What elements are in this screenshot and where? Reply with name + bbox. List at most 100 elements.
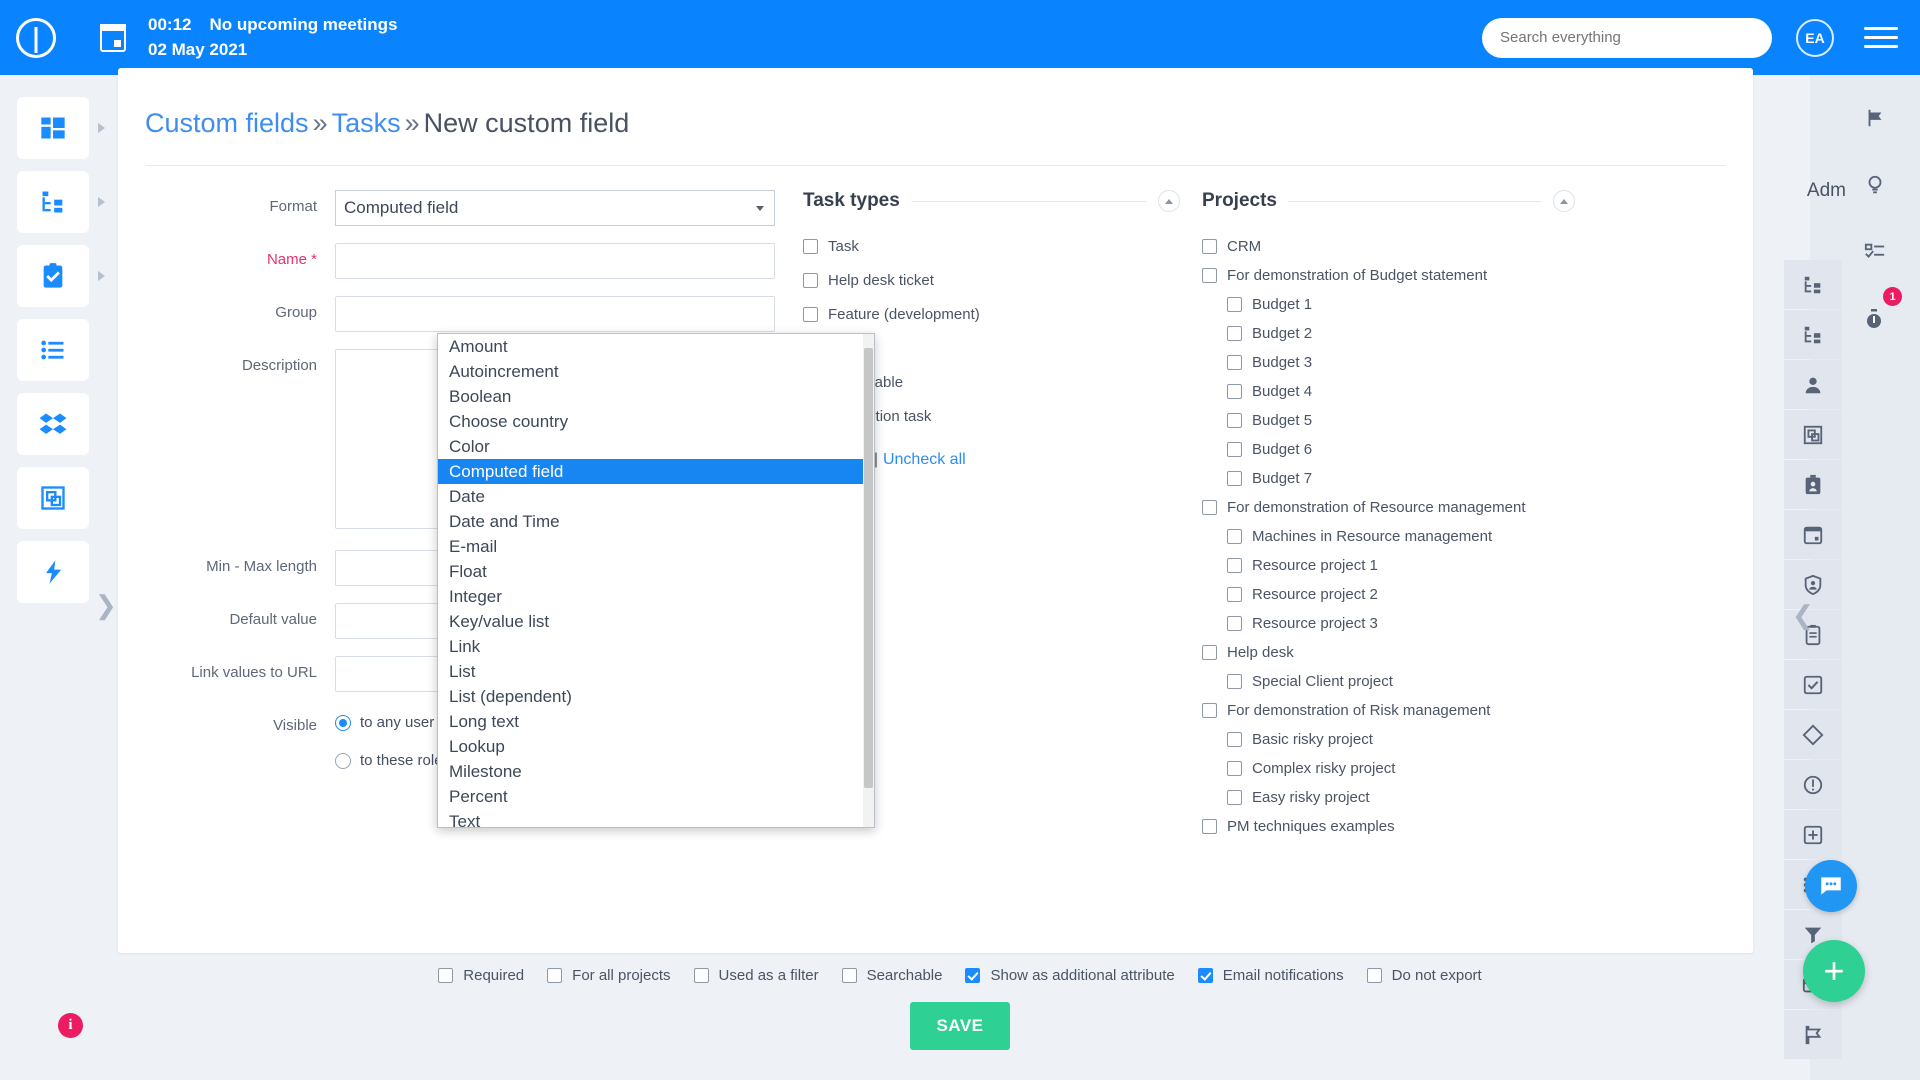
- checklist-icon[interactable]: [1846, 227, 1904, 276]
- checkbox-icon[interactable]: [1227, 413, 1242, 428]
- dropdown-option[interactable]: Milestone: [438, 759, 874, 784]
- sidebar-item-lists[interactable]: [16, 319, 89, 381]
- dropdown-option[interactable]: Boolean: [438, 384, 874, 409]
- checkbox-row[interactable]: Budget 6: [1202, 441, 1575, 458]
- lightbulb-icon[interactable]: [1846, 160, 1904, 209]
- checkbox-icon[interactable]: [1227, 674, 1242, 689]
- checkbox-row[interactable]: Easy risky project: [1202, 789, 1575, 806]
- info-badge[interactable]: i: [58, 1013, 83, 1038]
- resources-frame-icon[interactable]: [1784, 410, 1842, 459]
- checkbox-icon[interactable]: [1202, 645, 1217, 660]
- checkbox-icon[interactable]: [547, 968, 563, 983]
- task-check-icon[interactable]: [1784, 660, 1842, 709]
- checkbox-icon-checked[interactable]: [1197, 968, 1213, 983]
- checkbox-icon[interactable]: [1202, 268, 1217, 283]
- checkbox-row[interactable]: Machines in Resource management: [1202, 528, 1575, 545]
- checkbox-icon[interactable]: [803, 239, 818, 254]
- dropdown-option[interactable]: Color: [438, 434, 874, 459]
- breadcrumb-link-custom-fields[interactable]: Custom fields: [145, 108, 309, 138]
- checkbox-row[interactable]: Used as a filter: [693, 967, 819, 984]
- checkbox-row[interactable]: Resource project 1: [1202, 557, 1575, 574]
- dropdown-option[interactable]: Choose country: [438, 409, 874, 434]
- checkbox-row[interactable]: Budget 3: [1202, 354, 1575, 371]
- checkbox-row[interactable]: Budget 5: [1202, 412, 1575, 429]
- collapse-right-sidebar-chevron-left-icon[interactable]: ❮: [1792, 600, 1814, 631]
- dropdown-option[interactable]: Link: [438, 634, 874, 659]
- task-types-collapse-button[interactable]: [1158, 190, 1180, 212]
- id-badge-icon[interactable]: [1784, 460, 1842, 509]
- checkbox-row[interactable]: For demonstration of Budget statement: [1202, 267, 1575, 284]
- checkbox-icon[interactable]: [803, 307, 818, 322]
- checkbox-row[interactable]: Feature (development): [803, 306, 1180, 323]
- checkbox-row[interactable]: Budget 2: [1202, 325, 1575, 342]
- checkbox-icon[interactable]: [1227, 326, 1242, 341]
- checkbox-row[interactable]: Special Client project: [1202, 673, 1575, 690]
- checkbox-icon[interactable]: [1227, 384, 1242, 399]
- chat-bubble-icon[interactable]: [1805, 860, 1857, 912]
- project-tree-icon[interactable]: [1784, 310, 1842, 359]
- checkbox-icon[interactable]: [1227, 790, 1242, 805]
- format-select[interactable]: Computed field: [335, 190, 775, 226]
- dropdown-option[interactable]: Percent: [438, 784, 874, 809]
- checkbox-row[interactable]: Complex risky project: [1202, 760, 1575, 777]
- sidebar-item-resources[interactable]: [16, 467, 89, 529]
- sidebar-item-projects[interactable]: [16, 171, 105, 233]
- dropdown-option[interactable]: Long text: [438, 709, 874, 734]
- dropdown-option[interactable]: Date: [438, 484, 874, 509]
- checkbox-row[interactable]: For all projects: [547, 967, 671, 984]
- plus-box-icon[interactable]: [1784, 810, 1842, 859]
- dropdown-option[interactable]: Integer: [438, 584, 874, 609]
- checkbox-row[interactable]: Budget 4: [1202, 383, 1575, 400]
- dropdown-option[interactable]: Float: [438, 559, 874, 584]
- checkbox-row[interactable]: Show as additional attribute: [965, 967, 1175, 984]
- app-logo[interactable]: [0, 17, 72, 58]
- checkbox-icon[interactable]: [803, 273, 818, 288]
- avatar[interactable]: EA: [1796, 18, 1834, 57]
- dropdown-option[interactable]: Text: [438, 809, 874, 827]
- checkbox-icon[interactable]: [841, 968, 857, 983]
- person-icon[interactable]: [1784, 360, 1842, 409]
- checkbox-icon[interactable]: [1202, 703, 1217, 718]
- name-input[interactable]: [335, 243, 775, 279]
- dropdown-option[interactable]: List (dependent): [438, 684, 874, 709]
- add-button[interactable]: +: [1803, 940, 1865, 1002]
- checkbox-row[interactable]: CRM: [1202, 238, 1575, 255]
- checkbox-row[interactable]: For demonstration of Risk management: [1202, 702, 1575, 719]
- flag-outline-icon[interactable]: [1784, 1010, 1842, 1059]
- checkbox-icon[interactable]: [1227, 355, 1242, 370]
- search-input[interactable]: [1482, 17, 1772, 58]
- flag-icon[interactable]: [1846, 93, 1904, 142]
- sidebar-item-tasks[interactable]: [16, 245, 105, 307]
- calendar-icon[interactable]: [100, 23, 126, 52]
- dropdown-option[interactable]: Computed field: [438, 459, 874, 484]
- checkbox-icon[interactable]: [438, 968, 454, 983]
- projects-collapse-button[interactable]: [1553, 190, 1575, 212]
- dropdown-option[interactable]: List: [438, 659, 874, 684]
- checkbox-icon[interactable]: [1227, 616, 1242, 631]
- checkbox-row[interactable]: Searchable: [841, 967, 942, 984]
- dropdown-scrollbar-thumb[interactable]: [864, 348, 873, 788]
- checkbox-row[interactable]: Help desk: [1202, 644, 1575, 661]
- sidebar-item-automation[interactable]: [16, 541, 89, 603]
- uncheck-all-link[interactable]: Uncheck all: [883, 451, 966, 468]
- expand-sidebar-chevron-right-icon[interactable]: ❯: [95, 590, 117, 621]
- project-tree-icon[interactable]: [1784, 260, 1842, 309]
- hamburger-menu-icon[interactable]: [1864, 27, 1898, 48]
- checkbox-icon-checked[interactable]: [965, 968, 981, 983]
- dropdown-option[interactable]: E-mail: [438, 534, 874, 559]
- checkbox-row[interactable]: Budget 7: [1202, 470, 1575, 487]
- breadcrumb-link-tasks[interactable]: Tasks: [332, 108, 401, 138]
- checkbox-icon[interactable]: [1202, 500, 1217, 515]
- checkbox-row[interactable]: Resource project 2: [1202, 586, 1575, 603]
- checkbox-icon[interactable]: [1227, 297, 1242, 312]
- checkbox-icon[interactable]: [1227, 761, 1242, 776]
- checkbox-icon[interactable]: [1227, 442, 1242, 457]
- dropdown-option[interactable]: Key/value list: [438, 609, 874, 634]
- checkbox-icon[interactable]: [1366, 968, 1382, 983]
- dropdown-option[interactable]: Date and Time: [438, 509, 874, 534]
- checkbox-row[interactable]: Resource project 3: [1202, 615, 1575, 632]
- diamond-icon[interactable]: [1784, 710, 1842, 759]
- checkbox-icon[interactable]: [693, 968, 709, 983]
- checkbox-icon[interactable]: [1227, 732, 1242, 747]
- calendar-icon[interactable]: [1784, 510, 1842, 559]
